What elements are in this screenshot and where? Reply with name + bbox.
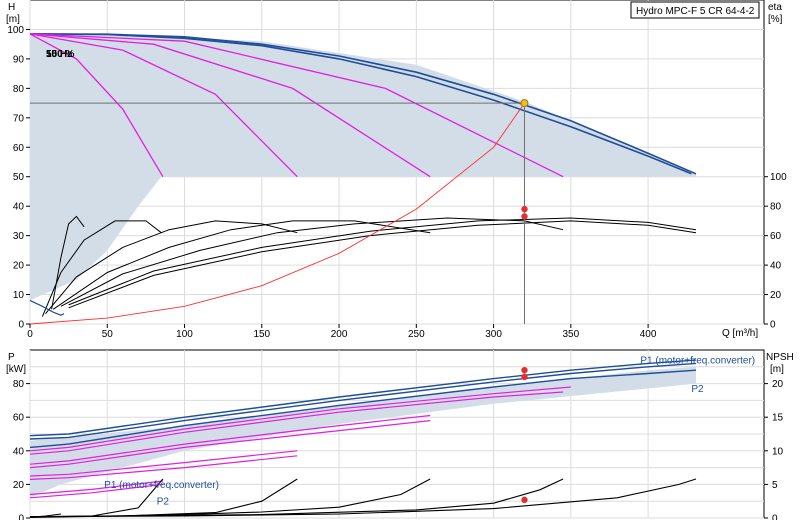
eta-tick-label: 100 (770, 172, 787, 183)
eta-tick-label: 40 (770, 261, 782, 272)
chart-canvas: 0 50 100 150 200 250 300 350 4000102030405060708… (6, 0, 794, 520)
upper-y-tick-label: 90 (13, 54, 25, 65)
upper-y-tick-label: 40 (13, 202, 25, 213)
upper-y-tick-label: 30 (13, 231, 25, 242)
p1-label-low: P1 (motor+freq.converter) (104, 480, 219, 491)
npsh-tick-label: 10 (772, 446, 784, 457)
chart-title: Hydro MPC-F 5 CR 64-4-2 (636, 6, 755, 17)
upper-ylabel-right-1: eta (768, 2, 782, 13)
lower-y-tick-label: 60 (13, 413, 25, 424)
duty-point-marker (520, 99, 529, 108)
npsh-marker (521, 496, 528, 504)
upper-y-tick-label: 70 (13, 113, 25, 124)
upper-ylabel-left-1: H (8, 2, 15, 13)
x-tick-label: 0 (27, 329, 33, 340)
upper-ylabel-right-2: [%] (768, 14, 783, 25)
upper-xlabel: Q [m³/h] (722, 328, 758, 339)
eta-tick-label: 60 (770, 231, 782, 242)
npsh-tick-label: 5 (772, 480, 778, 491)
x-tick-label: 50 (102, 329, 114, 340)
lower-y-tick-label: 20 (13, 480, 25, 491)
x-tick-label: 100 (176, 329, 193, 340)
upper-y-tick-label: 80 (13, 84, 25, 95)
x-tick-label: 400 (640, 329, 657, 340)
x-tick-label: 150 (253, 329, 270, 340)
pump-curve-chart: 0 50 100 150 200 250 300 350 400 0 10 20 30 40 50 60 70 8… (0, 0, 800, 520)
curve-label-150pct: 150 % (46, 49, 74, 60)
lower-ylabel-right-1: NPSH (766, 352, 794, 363)
lower-y-tick-label: 0 (18, 514, 24, 520)
upper-y-tick-label: 20 (13, 261, 25, 272)
x-tick-label: 200 (331, 329, 348, 340)
eta-marker-0 (521, 205, 528, 213)
upper-y-tick-label: 10 (13, 290, 25, 301)
p-marker-0 (521, 366, 528, 374)
eta-tick-label: 80 (770, 202, 782, 213)
lower-ylabel-left-2: [kW] (6, 364, 26, 375)
x-tick-label: 300 (485, 329, 502, 340)
p1-label-main: P1 (motor+freq.converter) (640, 355, 755, 366)
npsh-tick-label: 0 (772, 514, 778, 520)
p2-label-low: P2 (157, 497, 170, 508)
eta-tick-label: 20 (770, 290, 782, 301)
x-tick-label: 350 (562, 329, 579, 340)
eta-tick-label: 0 (770, 320, 776, 331)
upper-y-tick-label: 60 (13, 143, 25, 154)
upper-y-tick-label: 50 (13, 172, 25, 183)
lower-ylabel-left-1: P (8, 352, 15, 363)
lower-ylabel-right-2: [m] (770, 364, 784, 375)
npsh-tick-label: 20 (772, 379, 784, 390)
eta-marker-1 (521, 213, 528, 220)
p-marker-1 (521, 373, 528, 381)
p2-label-main: P2 (691, 384, 704, 395)
upper-ylabel-left-2: [m] (6, 14, 20, 25)
x-tick-label: 250 (408, 329, 425, 340)
upper-y-tick-label: 100 (7, 25, 24, 36)
lower-y-tick-label: 40 (13, 446, 25, 457)
upper-y-tick-label: 0 (18, 320, 24, 331)
lower-y-tick-label: 80 (13, 379, 25, 390)
npsh-tick-label: 15 (772, 413, 784, 424)
